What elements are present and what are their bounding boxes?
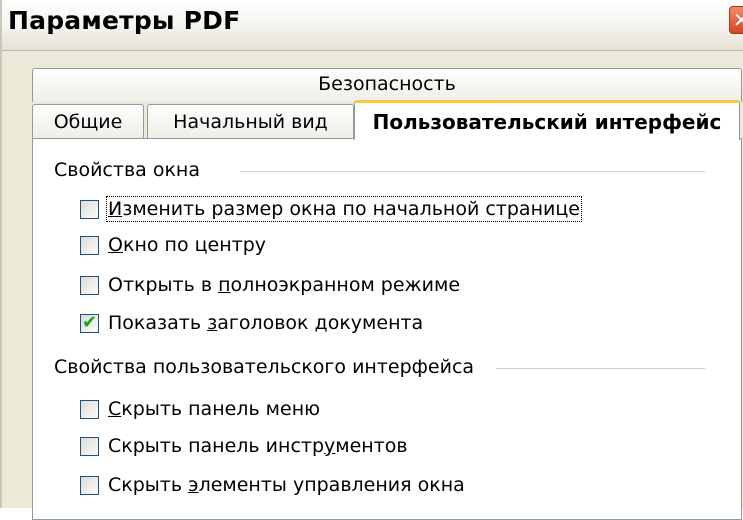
- hide-window-controls-label: Скрыть элементы управления окна: [108, 474, 465, 496]
- option-resize-window[interactable]: Изменить размер окна по начальной страни…: [80, 196, 582, 222]
- tab-general[interactable]: Общие: [32, 104, 144, 138]
- option-hide-menubar[interactable]: Скрыть панель меню: [80, 396, 320, 422]
- resize-window-checkbox[interactable]: [80, 199, 99, 219]
- center-window-label: Окно по центру: [108, 234, 267, 256]
- tab-initial-view[interactable]: Начальный вид: [147, 104, 354, 138]
- ui-options-heading: Свойства пользовательского интерфейса: [54, 356, 475, 378]
- hide-toolbar-label: Скрыть панель инструментов: [108, 435, 408, 457]
- tab-security-label: Безопасность: [318, 73, 456, 95]
- option-center-window[interactable]: Окно по центру: [80, 232, 266, 258]
- center-window-checkbox[interactable]: [80, 235, 99, 255]
- hide-window-controls-checkbox[interactable]: [80, 475, 99, 495]
- option-fullscreen[interactable]: Открыть в полноэкранном режиме: [80, 272, 460, 298]
- title-bar[interactable]: Параметры PDF ✕: [2, 0, 743, 51]
- dialog-title: Параметры PDF: [8, 6, 241, 35]
- ui-options-divider: [496, 368, 705, 369]
- pdf-options-dialog: Параметры PDF ✕ Безопасность Общие Начал…: [0, 0, 743, 520]
- close-icon: ✕: [733, 8, 743, 32]
- window-options-divider: [240, 171, 705, 172]
- fullscreen-checkbox[interactable]: [80, 275, 99, 295]
- show-title-label: Показать заголовок документа: [108, 312, 424, 334]
- resize-window-label: Изменить размер окна по начальной страни…: [106, 196, 582, 222]
- fullscreen-label: Открыть в полноэкранном режиме: [108, 274, 461, 296]
- option-show-title[interactable]: ✔ Показать заголовок документа: [80, 310, 423, 336]
- option-hide-window-controls[interactable]: Скрыть элементы управления окна: [80, 472, 465, 498]
- hide-menubar-checkbox[interactable]: [80, 399, 99, 419]
- hide-menubar-label: Скрыть панель меню: [108, 398, 321, 420]
- window-options-heading: Свойства окна: [54, 159, 200, 181]
- tab-user-interface[interactable]: Пользовательский интерфейс: [354, 100, 740, 140]
- checkmark-icon: ✔: [82, 311, 98, 333]
- option-hide-toolbar[interactable]: Скрыть панель инструментов: [80, 433, 408, 459]
- hide-toolbar-checkbox[interactable]: [80, 436, 99, 456]
- close-button[interactable]: ✕: [729, 6, 743, 34]
- tab-security[interactable]: Безопасность: [32, 68, 742, 102]
- show-title-checkbox[interactable]: ✔: [80, 311, 99, 333]
